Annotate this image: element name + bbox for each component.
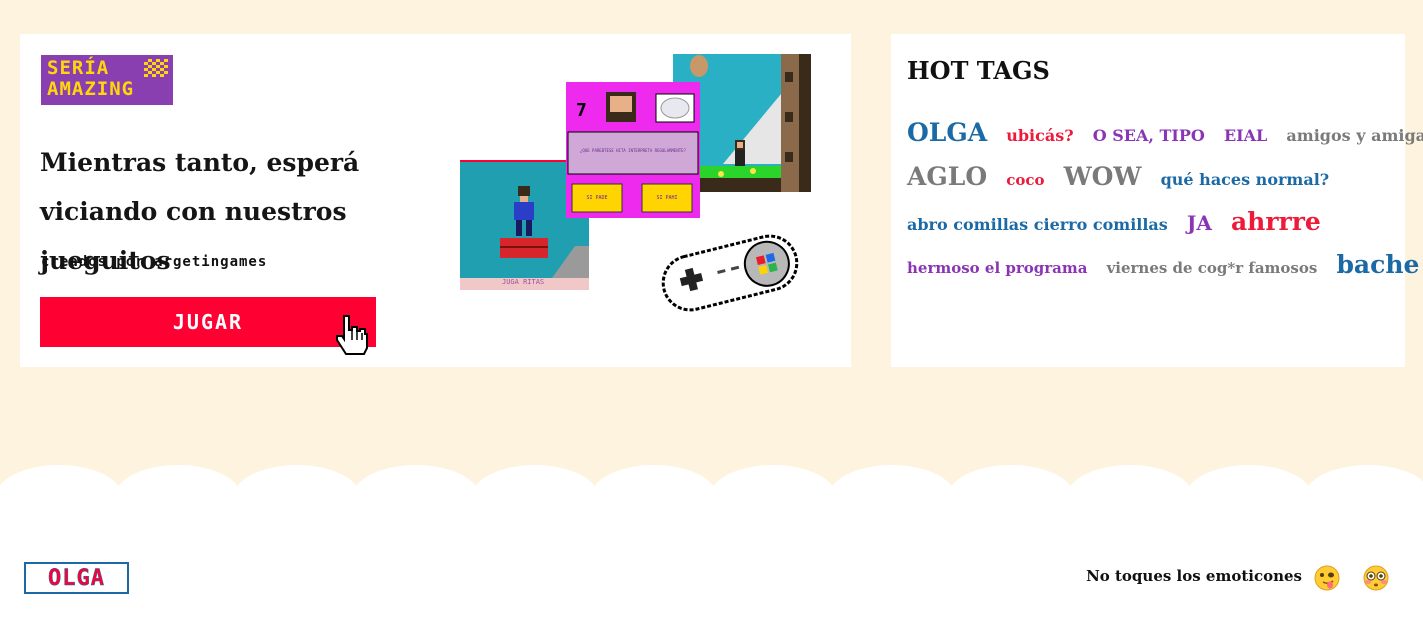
hot-tags-title: HOT TAGS — [907, 56, 1050, 85]
tag-row: OLGA ubicás? O SEA, TIPO EIAL amigos y a… — [907, 118, 1423, 147]
game-screenshot-quiz[interactable]: 7 ¿QUE PAREBTESE HITA INTERPRETA REGULAR… — [566, 82, 700, 218]
tag-row: hermoso el programa viernes de cog*r fam… — [907, 250, 1423, 279]
tag-link[interactable]: qué haces normal? — [1161, 170, 1330, 189]
quiz-option-yes[interactable]: SI PADE — [572, 195, 622, 201]
hot-tags-card: HOT TAGS OLGA ubicás? O SEA, TIPO EIAL a… — [891, 34, 1423, 367]
promo-card: SERÍA AMAZING Mientras tanto, esperá vic… — [20, 34, 851, 367]
quiz-counter: 7 — [576, 100, 587, 121]
emoticons-label: No toques los emoticones — [1086, 567, 1302, 585]
tag-link[interactable]: JA — [1187, 211, 1212, 235]
seria-amazing-logo[interactable]: SERÍA AMAZING — [41, 55, 173, 105]
tag-link[interactable]: viernes de cog*r famosos — [1107, 259, 1318, 277]
face-with-tongue-icon[interactable] — [1313, 564, 1341, 592]
footer: OLGA No toques los emoticones — [0, 498, 1423, 642]
hand-pointer-icon — [336, 315, 368, 355]
tag-row: abro comillas cierro comillas JA ahrrre — [907, 207, 1335, 236]
tag-link[interactable]: AGLO — [907, 162, 987, 191]
tag-link[interactable]: abro comillas cierro comillas — [907, 215, 1168, 234]
tag-link[interactable]: hermoso el programa — [907, 259, 1087, 277]
logo-line-2: AMAZING — [47, 78, 135, 100]
play-button[interactable]: JUGAR — [40, 297, 376, 347]
olga-footer-logo[interactable]: OLGA — [24, 562, 129, 594]
flushed-face-icon[interactable] — [1362, 564, 1390, 592]
tag-link[interactable]: OLGA — [907, 118, 987, 147]
footer-logo-text: OLGA — [48, 565, 105, 591]
quiz-question: ¿QUE PAREBTESE HITA INTERPRETA REGULARME… — [580, 148, 686, 153]
tag-link[interactable]: amigos y amigas — [1286, 126, 1423, 145]
promo-subtitle: creados por argetingames — [41, 254, 268, 270]
screenshot-caption: JUGA RITAS — [502, 278, 545, 286]
gamepad-icon — [661, 234, 799, 312]
tag-row: AGLO coco WOW qué haces normal? — [907, 162, 1343, 191]
tag-link[interactable]: ahrrre — [1231, 207, 1321, 236]
tag-link[interactable]: coco — [1006, 171, 1044, 189]
tag-link[interactable]: O SEA, TIPO — [1093, 126, 1205, 145]
quiz-option-no[interactable]: SI PAHI — [642, 195, 692, 201]
tag-link[interactable]: EIAL — [1224, 126, 1267, 145]
tag-link[interactable]: bache — [1336, 250, 1419, 279]
tag-link[interactable]: ubicás? — [1006, 126, 1073, 145]
checker-icon — [144, 59, 168, 77]
tag-link[interactable]: WOW — [1064, 162, 1142, 191]
